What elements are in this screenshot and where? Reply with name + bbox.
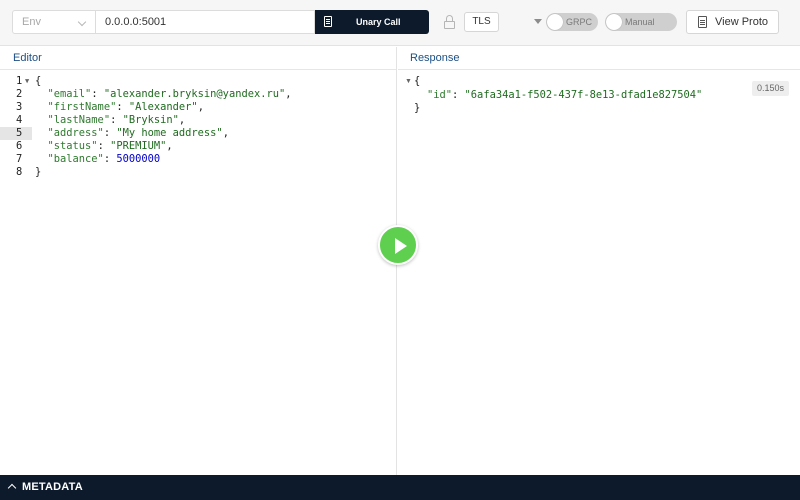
editor-line[interactable]: 7 "balance": 5000000 <box>0 153 397 166</box>
metadata-label: METADATA <box>22 481 83 493</box>
env-placeholder: Env <box>22 16 41 28</box>
toggle-knob <box>547 14 563 30</box>
code-text: "email": "alexander.bryksin@yandex.ru", <box>35 88 292 101</box>
code-token: : <box>103 127 117 139</box>
editor-line[interactable]: 3 "firstName": "Alexander", <box>0 101 397 114</box>
code-text: "address": "My home address", <box>35 127 229 140</box>
line-number: 2 <box>16 88 23 100</box>
code-token: "status" <box>47 140 98 152</box>
code-text: } <box>35 166 41 179</box>
line-number: 3 <box>16 101 23 113</box>
chevron-up-icon <box>7 483 17 493</box>
response-header: Response <box>398 47 800 70</box>
line-number: 4 <box>16 114 23 126</box>
editor-line[interactable]: 5 "address": "My home address", <box>0 127 397 140</box>
code-token: "balance" <box>47 153 104 165</box>
code-token: : <box>103 153 117 165</box>
manual-toggle-label: Manual <box>625 17 655 27</box>
code-token: { <box>35 75 42 87</box>
code-token: : <box>91 88 104 100</box>
code-token: , <box>285 88 292 100</box>
line-number: 7 <box>16 153 23 165</box>
response-id-line: "id": "6afa34a1-f502-437f-8e13-dfad1e827… <box>427 89 703 101</box>
grpc-toggle[interactable]: GRPC <box>546 13 598 31</box>
call-type-button[interactable]: Unary Call <box>315 10 429 34</box>
editor-header: Editor <box>0 47 396 70</box>
editor-line[interactable]: 8} <box>0 166 397 179</box>
caret-down-icon[interactable] <box>534 19 542 24</box>
view-proto-label: View Proto <box>715 16 768 28</box>
editor-line[interactable]: 1 ▼{ <box>0 75 397 88</box>
code-text: "balance": 5000000 <box>35 153 161 166</box>
top-toolbar: Env Unary Call TLS GRPC Manual View Prot… <box>0 0 800 46</box>
env-select[interactable]: Env <box>12 10 96 34</box>
code-token: "firstName" <box>47 101 117 113</box>
response-open-brace: { <box>414 75 421 87</box>
editor-line[interactable]: 2 "email": "alexander.bryksin@yandex.ru"… <box>0 88 397 101</box>
code-token: "lastName" <box>47 114 111 126</box>
play-button[interactable] <box>378 225 418 265</box>
line-number: 5 <box>0 127 32 140</box>
document-icon <box>324 16 332 27</box>
code-token: 5000000 <box>116 153 161 165</box>
metadata-bar[interactable]: METADATA <box>0 475 800 500</box>
chevron-down-icon <box>77 17 87 27</box>
manual-toggle[interactable]: Manual <box>605 13 677 31</box>
code-token: , <box>197 101 204 113</box>
line-number: 8 <box>16 166 23 178</box>
code-token: : <box>97 140 111 152</box>
fold-arrow-icon[interactable]: ▼ <box>25 75 29 88</box>
code-token: "email" <box>47 88 92 100</box>
code-token: "PREMIUM" <box>110 140 167 152</box>
code-text: "lastName": "Bryksin", <box>35 114 186 127</box>
response-time-badge: 0.150s <box>752 81 790 96</box>
code-token: } <box>35 166 42 178</box>
server-address-input[interactable] <box>96 10 315 34</box>
code-text: { <box>35 75 41 88</box>
code-token: , <box>166 140 173 152</box>
response-pane: Response <box>398 47 800 475</box>
code-text: "status": "PREMIUM", <box>35 140 173 153</box>
code-token: "address" <box>47 127 104 139</box>
code-token: : <box>116 101 129 113</box>
code-token: "Bryksin" <box>122 114 179 126</box>
response-close-brace: } <box>414 102 421 114</box>
code-token: "alexander.bryksin@yandex.ru" <box>103 88 286 100</box>
lock-icon[interactable] <box>444 15 455 29</box>
editor-line[interactable]: 4 "lastName": "Bryksin", <box>0 114 397 127</box>
code-token: , <box>222 127 229 139</box>
tls-button[interactable]: TLS <box>464 12 499 32</box>
grpc-toggle-label: GRPC <box>566 17 593 27</box>
editor-line[interactable]: 6 "status": "PREMIUM", <box>0 140 397 153</box>
code-token: "Alexander" <box>128 101 198 113</box>
code-token: : <box>110 114 123 126</box>
line-number: 6 <box>16 140 23 152</box>
view-proto-button[interactable]: View Proto <box>686 10 779 34</box>
fold-arrow-icon[interactable]: ▼ <box>405 78 412 85</box>
code-token: "My home address" <box>116 127 223 139</box>
code-token: , <box>178 114 186 126</box>
toggle-knob <box>606 14 622 30</box>
call-type-label: Unary Call <box>356 17 401 27</box>
response-key: "id" <box>427 89 453 101</box>
file-icon <box>698 16 707 28</box>
response-value: "6afa34a1-f502-437f-8e13-dfad1e827504" <box>464 89 703 101</box>
code-text: "firstName": "Alexander", <box>35 101 204 114</box>
